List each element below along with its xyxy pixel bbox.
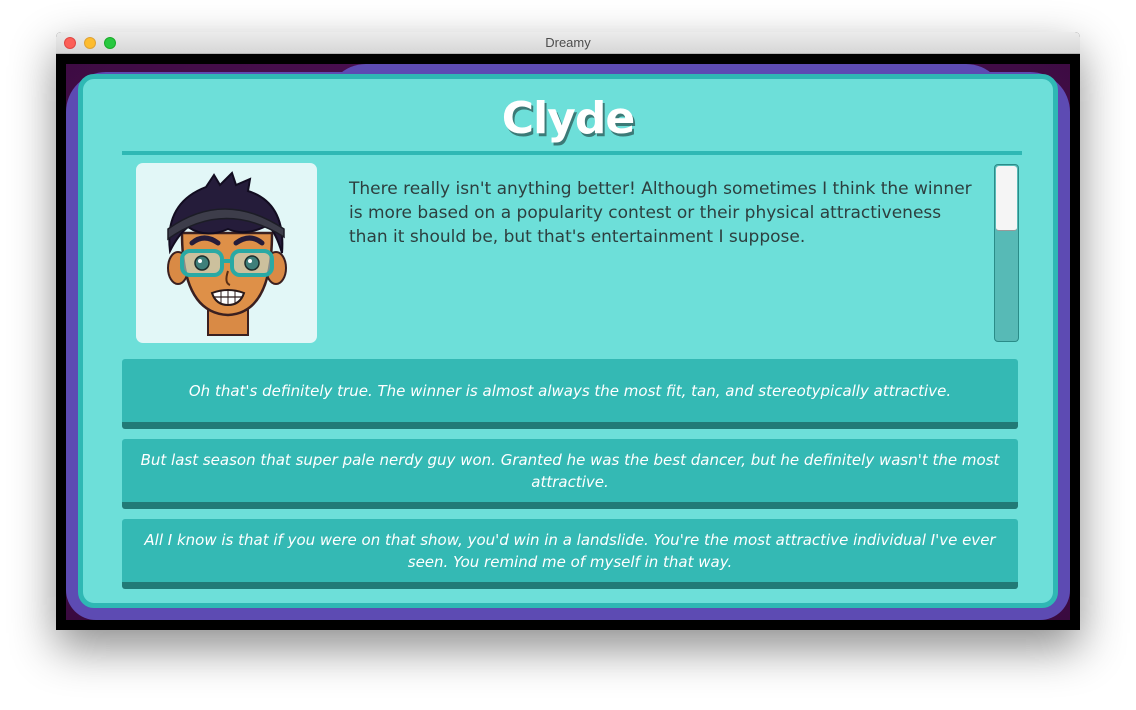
character-portrait xyxy=(136,163,317,343)
character-name: Clyde xyxy=(501,93,635,144)
choice-button-3[interactable]: All I know is that if you were on that s… xyxy=(122,519,1018,589)
choice-button-1[interactable]: Oh that's definitely true. The winner is… xyxy=(122,359,1018,429)
name-divider xyxy=(122,151,1022,155)
dialogue-text: There really isn't anything better! Alth… xyxy=(349,179,972,247)
choice-button-2[interactable]: But last season that super pale nerdy gu… xyxy=(122,439,1018,509)
title-bar[interactable]: Dreamy xyxy=(56,32,1080,54)
dialog-panel: Clyde There really isn't anything better… xyxy=(78,74,1058,608)
clyde-portrait-icon xyxy=(167,171,287,336)
window-title: Dreamy xyxy=(545,35,591,50)
dialogue-scrollbar[interactable] xyxy=(994,164,1019,342)
app-window: Dreamy Clyde There really isn't anything… xyxy=(56,32,1080,630)
game-canvas: Clyde There really isn't anything better… xyxy=(66,64,1070,620)
scrollbar-thumb[interactable] xyxy=(996,166,1017,231)
